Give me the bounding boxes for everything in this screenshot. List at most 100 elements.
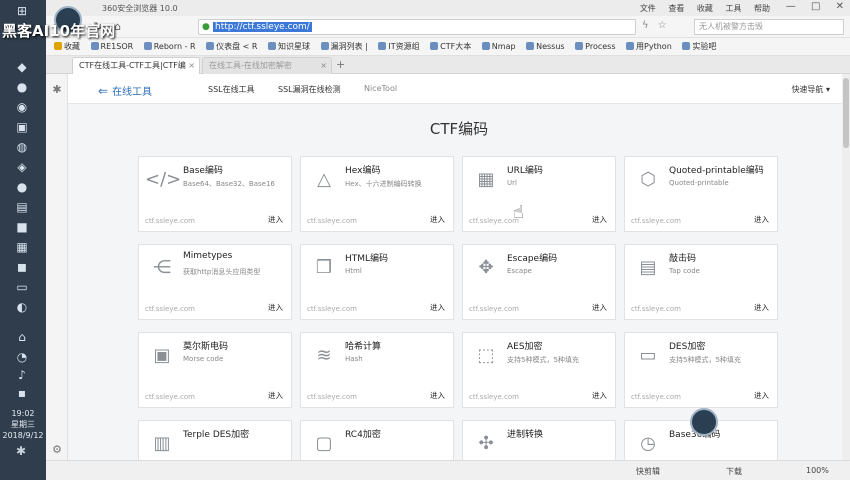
start-icon[interactable]: ⊞ [14, 4, 30, 18]
bookmarks-bar: 收藏 RE1SOR Reborn - R 仪表盘 < R 知识星球 漏洞列表 |… [46, 38, 850, 56]
card-domain: ctf.ssleye.com [145, 217, 195, 225]
nav-ssl-vuln-check[interactable]: SSL漏洞在线检测 [278, 84, 341, 95]
bookmark-item[interactable]: CTF大本 [430, 38, 471, 55]
bookmark-item[interactable]: 用Python [626, 38, 672, 55]
tool-card[interactable]: ⋲ Mimetypes 获取http消息头应用类型 ctf.ssleye.com 进入 [138, 244, 292, 320]
speed-clip-label[interactable]: 快剪辑 [636, 466, 660, 477]
card-title: Quoted-printable编码 [669, 166, 764, 176]
menu-help[interactable]: 帮助 [754, 4, 770, 13]
network-tray-icon[interactable]: ◔ [14, 350, 30, 364]
tool-card[interactable]: ▣ 莫尔斯电码 Morse code ctf.ssleye.com 进入 [138, 332, 292, 408]
minimize-icon[interactable]: — [786, 1, 796, 12]
star-icon[interactable]: ☆ [658, 20, 667, 31]
taskbar-app-icon[interactable]: ▤ [14, 200, 30, 214]
url-input[interactable]: ● http://ctf.ssleye.com/ [198, 19, 636, 35]
card-enter-link[interactable]: 进入 [268, 302, 283, 313]
bookmark-item[interactable]: 仪表盘 < R [206, 38, 257, 55]
taskbar-app-icon[interactable]: ● [14, 180, 30, 194]
card-enter-link[interactable]: 进入 [268, 390, 283, 401]
tool-card[interactable]: ▥ Terple DES加密 [138, 420, 292, 460]
taskbar-clock[interactable]: 19:02 星期三 2018/9/12 [0, 408, 46, 441]
browser-window: 360安全浏览器 10.0 文件 查看 收藏 工具 帮助 — □ ✕ ← → ↻… [46, 0, 850, 480]
download-label[interactable]: 下载 [726, 466, 742, 477]
taskbar-app-icon[interactable]: ● [14, 80, 30, 94]
maximize-icon[interactable]: □ [811, 1, 820, 12]
bookmark-item[interactable]: 漏洞列表 | [320, 38, 368, 55]
card-enter-link[interactable]: 进入 [592, 302, 607, 313]
taskbar-app-icon[interactable]: ◉ [14, 100, 30, 114]
card-enter-link[interactable]: 进入 [430, 390, 445, 401]
menu-view[interactable]: 查看 [668, 4, 684, 13]
search-input[interactable]: 无人机被警方击毁 [694, 19, 844, 35]
card-enter-link[interactable]: 进入 [268, 214, 283, 225]
close-tab-icon[interactable]: × [188, 58, 195, 74]
tab-online-tools[interactable]: 在线工具-在线加密解密 × [202, 57, 332, 74]
taskbar-app-icon[interactable]: ◐ [14, 300, 30, 314]
windows-taskbar: 黑客AI10年官网 ⊞ ◆ ● ◉ ▣ ◍ ◈ ● ▤ ■ ▦ ◼ ▭ ◐ ⌂ … [0, 0, 115, 480]
site-logo[interactable]: ⇐ 在线工具 [98, 83, 152, 98]
bookmark-item[interactable]: IT资源组 [378, 38, 420, 55]
menu-file[interactable]: 文件 [640, 4, 656, 13]
bookmark-item[interactable]: 实验吧 [682, 38, 716, 55]
card-title: 进制转换 [507, 430, 544, 440]
chip-icon: ▣ [153, 345, 171, 366]
tool-card[interactable]: ⬚ AES加密 支持5种模式，5种填充 ctf.ssleye.com 进入 [462, 332, 616, 408]
bookmark-item[interactable]: Process [575, 38, 616, 55]
card-title: 哈希计算 [345, 342, 382, 352]
nav-nicetool[interactable]: NiceTool [364, 84, 397, 93]
taskbar-app-icon[interactable]: ◍ [14, 140, 30, 154]
card-enter-link[interactable]: 进入 [754, 214, 769, 225]
tool-card[interactable]: ≋ 哈希计算 Hash ctf.ssleye.com 进入 [300, 332, 454, 408]
card-domain: ctf.ssleye.com [631, 305, 681, 313]
tool-card[interactable]: ▤ 敲击码 Tap code ctf.ssleye.com 进入 [624, 244, 778, 320]
card-enter-link[interactable]: 进入 [754, 302, 769, 313]
close-icon[interactable]: ✕ [836, 1, 844, 12]
tool-card[interactable]: ▭ DES加密 支持5种模式，5种填充 ctf.ssleye.com 进入 [624, 332, 778, 408]
card-enter-link[interactable]: 进入 [430, 214, 445, 225]
tool-card[interactable]: ❒ HTML编码 Html ctf.ssleye.com 进入 [300, 244, 454, 320]
zoom-level[interactable]: 100% [806, 466, 829, 475]
tab-ctf-tools[interactable]: CTF在线工具-CTF工具|CTF编 × [72, 57, 200, 74]
close-tab-icon[interactable]: × [320, 58, 327, 74]
menu-favorites[interactable]: 收藏 [697, 4, 713, 13]
tool-card[interactable]: △ Hex编码 Hex、十六进制编码转换 ctf.ssleye.com 进入 [300, 156, 454, 232]
tool-card[interactable]: </> Base编码 Base64、Base32、Base16 ctf.ssleye.… [138, 156, 292, 232]
lightning-icon[interactable]: ϟ [642, 20, 649, 31]
taskbar-app-icon[interactable]: ▣ [14, 120, 30, 134]
nav-ssl-tools[interactable]: SSL在线工具 [208, 84, 255, 95]
taskbar-app-icon[interactable]: ◈ [14, 160, 30, 174]
bookmark-icon [206, 42, 215, 50]
bookmark-item[interactable]: Nmap [481, 38, 516, 55]
tool-card[interactable]: ▦ URL编码 Url ctf.ssleye.com 进入 [462, 156, 616, 232]
card-title: HTML编码 [345, 254, 389, 264]
taskbar-app-icon[interactable]: ▦ [14, 240, 30, 254]
menu-tools[interactable]: 工具 [725, 4, 741, 13]
card-enter-link[interactable]: 进入 [754, 390, 769, 401]
bookmark-item[interactable]: Reborn - R [143, 38, 196, 55]
tool-card[interactable]: ⬡ Quoted-printable编码 Quoted-printable ctf.s… [624, 156, 778, 232]
bookmark-item[interactable]: 知识星球 [268, 38, 310, 55]
sidebar-gear-icon[interactable]: ⚙ [51, 444, 63, 456]
card-enter-link[interactable]: 进入 [592, 390, 607, 401]
new-tab-icon[interactable]: + [336, 58, 345, 71]
taskbar-app-icon[interactable]: ▭ [14, 280, 30, 294]
scrollbar-thumb[interactable] [843, 78, 849, 148]
taskbar-app-icon[interactable]: ■ [14, 220, 30, 234]
volume-tray-icon[interactable]: ♪ [14, 368, 30, 382]
tool-card[interactable]: ▢ RC4加密 [300, 420, 454, 460]
taskbar-app-icon[interactable]: ◆ [14, 60, 30, 74]
card-title: Terple DES加密 [183, 430, 250, 440]
home-icon[interactable]: ⌂ [114, 20, 121, 33]
page-scrollbar[interactable] [842, 74, 850, 460]
ime-tray-icon[interactable]: ▪ [14, 386, 30, 400]
tool-card[interactable]: ✣ 进制转换 [462, 420, 616, 460]
bookmark-item[interactable]: Nessus [526, 38, 565, 55]
taskbar-app-icon[interactable]: ◼ [14, 260, 30, 274]
sidebar-settings-icon[interactable]: ✱ [51, 84, 63, 96]
tray-icon[interactable]: ⌂ [14, 330, 30, 344]
card-enter-link[interactable]: 进入 [592, 214, 607, 225]
tool-card[interactable]: ✥ Escape编码 Escape ctf.ssleye.com 进入 [462, 244, 616, 320]
quick-nav-dropdown[interactable]: 快速导航 ▾ [791, 84, 830, 95]
notification-icon[interactable]: ✱ [16, 444, 26, 458]
card-enter-link[interactable]: 进入 [430, 302, 445, 313]
